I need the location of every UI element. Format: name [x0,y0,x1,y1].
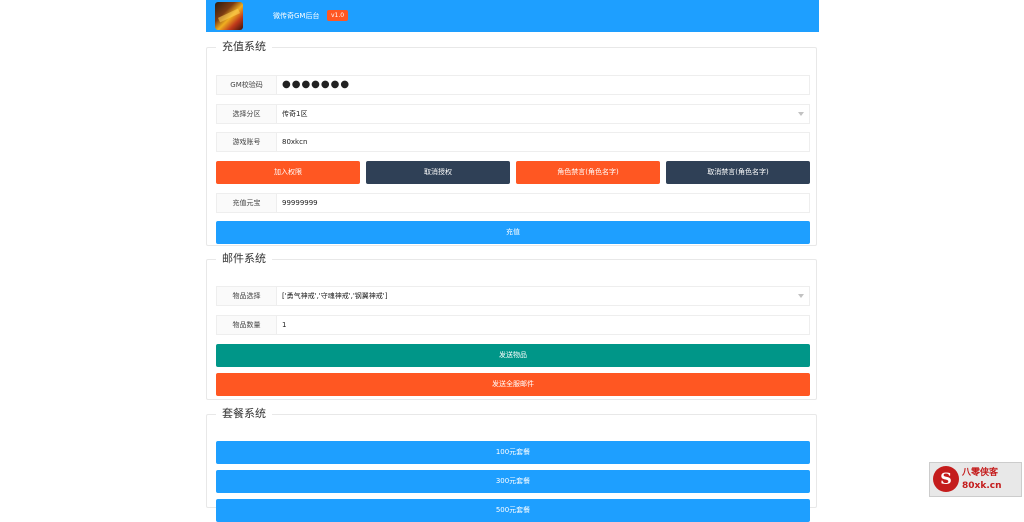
cancel-permission-button[interactable]: 取消授权 [366,161,510,184]
item-count-input[interactable]: 1 [282,316,286,334]
package-section: 套餐系统 100元套餐 300元套餐 500元套餐 [206,407,817,522]
recharge-legend: 充值系统 [222,40,266,53]
item-count-field[interactable]: 物品数量 1 [216,315,810,335]
mute-role-button[interactable]: 角色禁言(角色名字) [516,161,660,184]
item-count-label: 物品数量 [217,316,277,334]
unmute-role-button[interactable]: 取消禁言(角色名字) [666,161,810,184]
account-label: 游戏账号 [217,133,277,151]
send-item-button[interactable]: 发送物品 [216,344,810,367]
package-legend: 套餐系统 [222,407,266,420]
package-500-button[interactable]: 500元套餐 [216,499,810,522]
site-watermark: S 八零侠客 80xk.cn [929,462,1022,497]
gm-admin-page: 微传奇GM后台 v1.0 充值系统 GM校验码 ●●●●●●● 选择分区 传奇1… [206,0,819,522]
package-100-button[interactable]: 100元套餐 [216,441,810,464]
gm-code-field[interactable]: GM校验码 ●●●●●●● [216,75,810,95]
item-select[interactable]: 物品选择 ['勇气神戒','守魂神戒','钢翼神戒'] [216,286,810,306]
recharge-section: 充值系统 GM校验码 ●●●●●●● 选择分区 传奇1区 游戏账号 80xkcn… [206,41,817,246]
item-select-label: 物品选择 [217,287,277,305]
zone-selected-value[interactable]: 传奇1区 [282,105,307,123]
recharge-submit-button[interactable]: 充值 [216,221,810,244]
chevron-down-icon[interactable] [798,294,804,298]
top-header: 微传奇GM后台 v1.0 [206,0,819,32]
send-all-mail-button[interactable]: 发送全服邮件 [216,373,810,396]
item-select-value[interactable]: ['勇气神戒','守魂神戒','钢翼神戒'] [282,287,387,305]
yuanbao-field[interactable]: 充值元宝 99999999 [216,193,810,213]
mail-legend: 邮件系统 [222,252,266,265]
gm-code-label: GM校验码 [217,76,277,94]
version-badge: v1.0 [327,10,349,21]
mail-section: 邮件系统 物品选择 ['勇气神戒','守魂神戒','钢翼神戒'] 物品数量 1 … [206,253,817,400]
chevron-down-icon[interactable] [798,112,804,116]
package-300-button[interactable]: 300元套餐 [216,470,810,493]
game-logo [215,2,243,30]
yuanbao-input[interactable]: 99999999 [282,194,318,212]
zone-label: 选择分区 [217,105,277,123]
add-permission-button[interactable]: 加入权限 [216,161,360,184]
watermark-name: 八零侠客 [962,468,999,478]
account-input[interactable]: 80xkcn [282,133,307,151]
yuanbao-label: 充值元宝 [217,194,277,212]
zone-select[interactable]: 选择分区 传奇1区 [216,104,810,124]
watermark-logo-icon: S [933,466,959,492]
app-title: 微传奇GM后台 [273,12,320,20]
account-field[interactable]: 游戏账号 80xkcn [216,132,810,152]
watermark-url: 80xk.cn [962,481,1002,491]
gm-code-input[interactable]: ●●●●●●● [282,76,350,94]
